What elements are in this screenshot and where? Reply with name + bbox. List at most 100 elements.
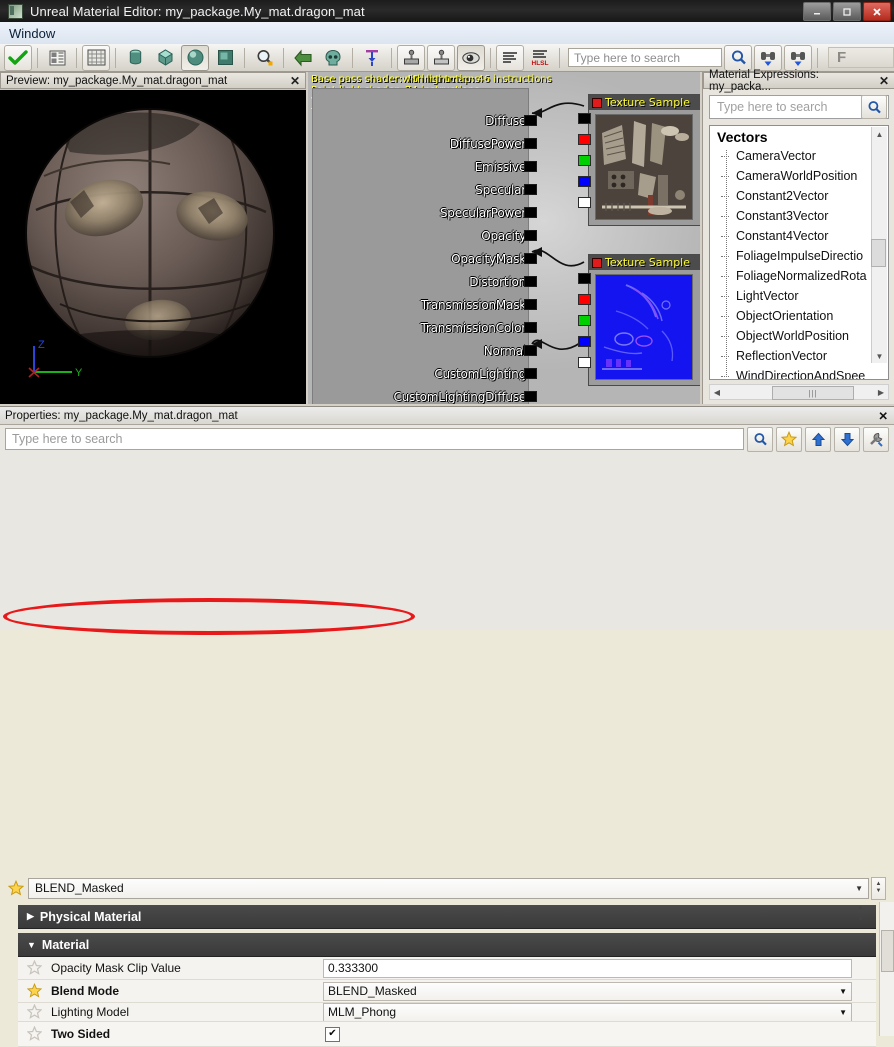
input-pin-normal[interactable] <box>524 345 537 356</box>
properties-search-input[interactable]: Type here to search <box>5 428 744 450</box>
close-icon[interactable]: ✕ <box>878 409 888 423</box>
material-input-row[interactable]: Opacity <box>313 224 528 247</box>
property-value-combo[interactable]: MLM_Phong ▼ <box>323 1003 852 1022</box>
expressions-horizontal-scrollbar[interactable]: ◀ ||| ▶ <box>709 384 889 400</box>
scrollbar-thumb[interactable] <box>871 239 886 267</box>
close-icon[interactable]: ✕ <box>879 75 889 87</box>
input-pin-transmissioncolor[interactable] <box>524 322 537 333</box>
properties-vertical-scrollbar[interactable] <box>879 902 894 1036</box>
output-pin-g[interactable] <box>578 155 591 166</box>
apply-check-icon[interactable] <box>4 45 32 71</box>
back-arrow-icon[interactable] <box>289 45 317 71</box>
texture-sample-node[interactable]: Texture Sample <box>588 94 700 226</box>
material-input-row[interactable]: Specular <box>313 178 528 201</box>
maximize-button[interactable] <box>833 2 861 21</box>
expression-item[interactable]: LightVector <box>710 286 888 306</box>
output-pin-rgb[interactable] <box>578 113 591 124</box>
minimize-button[interactable] <box>803 2 831 21</box>
menu-item-window[interactable]: Window <box>0 24 64 43</box>
chevron-down-icon[interactable]: ▼ <box>839 1008 847 1017</box>
output-pin-rgb[interactable] <box>578 273 591 284</box>
move-up-icon[interactable] <box>805 427 831 452</box>
property-row-opacity-mask-clip-value[interactable]: Opacity Mask Clip Value 0.333300 ▲▼ <box>18 957 876 980</box>
expression-item[interactable]: Constant3Vector <box>710 206 888 226</box>
favorite-star-icon[interactable] <box>27 983 43 999</box>
input-pin-specular[interactable] <box>524 184 537 195</box>
material-root-node[interactable]: Diffuse DiffusePower Emissive Specular S… <box>312 88 529 404</box>
stats-list-icon[interactable] <box>496 45 524 71</box>
material-input-row[interactable]: OpacityMask <box>313 247 528 270</box>
expressions-search-input[interactable]: Type here to search <box>710 100 861 114</box>
preview-cube-icon[interactable] <box>151 45 179 71</box>
favorite-star-icon[interactable] <box>27 960 43 976</box>
clean-up-alt-icon[interactable] <box>427 45 455 71</box>
binoculars-down-icon[interactable] <box>784 45 812 71</box>
property-value-input[interactable]: 0.333300 <box>323 959 852 978</box>
clean-up-icon[interactable] <box>397 45 425 71</box>
favorite-star-icon[interactable] <box>27 1004 43 1020</box>
move-down-icon[interactable] <box>834 427 860 452</box>
two-sided-checkbox[interactable]: ✔ <box>325 1027 340 1042</box>
output-pin-a[interactable] <box>578 357 591 368</box>
preview-cylinder-icon[interactable] <box>121 45 149 71</box>
input-pin-diffuse[interactable] <box>524 115 537 126</box>
material-input-row[interactable]: Emissive <box>313 155 528 178</box>
expression-item[interactable]: CameraWorldPosition <box>710 166 888 186</box>
input-pin-distortion[interactable] <box>524 276 537 287</box>
expression-item[interactable]: ReflectionVector <box>710 346 888 366</box>
material-input-row[interactable]: TransmissionColor <box>313 316 528 339</box>
scroll-up-icon[interactable]: ▲ <box>872 127 887 141</box>
expression-item[interactable]: ObjectOrientation <box>710 306 888 326</box>
top-value-combo[interactable]: BLEND_Masked ▼ <box>28 878 869 899</box>
output-pin-r[interactable] <box>578 294 591 305</box>
value-stepper[interactable]: ▲▼ <box>871 877 886 900</box>
material-input-row[interactable]: SpecularPower <box>313 201 528 224</box>
search-magnifier-icon[interactable] <box>250 45 278 71</box>
input-pin-opacity[interactable] <box>524 230 537 241</box>
material-input-row[interactable]: CustomLightingDiffuse <box>313 385 528 404</box>
texture-node-header[interactable]: Texture Sample <box>589 255 700 270</box>
options-wrench-icon[interactable] <box>863 427 889 452</box>
chevron-down-icon[interactable]: ▼ <box>27 940 36 950</box>
input-pin-diffusepower[interactable] <box>524 138 537 149</box>
material-input-row[interactable]: TransmissionMask <box>313 293 528 316</box>
property-value-combo[interactable]: BLEND_Masked ▼ <box>323 982 852 1001</box>
expression-item[interactable]: CameraVector <box>710 146 888 166</box>
input-pin-specularpower[interactable] <box>524 207 537 218</box>
expression-item[interactable]: Constant2Vector <box>710 186 888 206</box>
chevron-right-icon[interactable]: ▶ <box>27 911 34 922</box>
expression-item[interactable]: FoliageNormalizedRota <box>710 266 888 286</box>
search-icon[interactable] <box>747 427 773 452</box>
input-pin-transmissionmask[interactable] <box>524 299 537 310</box>
output-pin-b[interactable] <box>578 176 591 187</box>
favorites-star-icon[interactable] <box>776 427 802 452</box>
material-input-row[interactable]: CustomLighting <box>313 362 528 385</box>
section-material[interactable]: ▼ Material <box>18 933 876 957</box>
material-input-row[interactable]: Distortion <box>313 270 528 293</box>
background-grid-icon[interactable] <box>82 45 110 71</box>
preview-plane-icon[interactable] <box>211 45 239 71</box>
texture-sample-node[interactable]: Texture Sample <box>588 254 700 386</box>
chevron-down-icon[interactable]: ▼ <box>839 987 847 996</box>
scroll-right-icon[interactable]: ▶ <box>874 388 888 397</box>
close-icon[interactable]: ✕ <box>290 75 300 87</box>
chevron-down-icon[interactable]: ▼ <box>855 884 863 893</box>
input-pin-emissive[interactable] <box>524 161 537 172</box>
material-input-row[interactable]: DiffusePower <box>313 132 528 155</box>
texture-node-header[interactable]: Texture Sample <box>589 95 700 110</box>
search-icon[interactable] <box>861 95 887 119</box>
output-pin-b[interactable] <box>578 336 591 347</box>
binoculars-up-icon[interactable] <box>754 45 782 71</box>
favorite-star-icon[interactable] <box>8 880 24 896</box>
property-row-lighting-model[interactable]: Lighting Model MLM_Phong ▼ <box>18 1003 876 1022</box>
pin-node-icon[interactable] <box>358 45 386 71</box>
output-pin-g[interactable] <box>578 315 591 326</box>
scrollbar-thumb[interactable]: ||| <box>772 386 854 400</box>
toolbar-search-input[interactable]: Type here to search <box>568 48 722 67</box>
expression-item[interactable]: FoliageImpulseDirectio <box>710 246 888 266</box>
search-icon[interactable] <box>724 45 752 71</box>
scroll-left-icon[interactable]: ◀ <box>710 388 724 397</box>
toggle-grid-small-icon[interactable] <box>43 45 71 71</box>
material-graph-panel[interactable]: Base pass shader: 46 instructions Base p… <box>308 72 700 404</box>
material-input-row[interactable]: Diffuse <box>313 109 528 132</box>
